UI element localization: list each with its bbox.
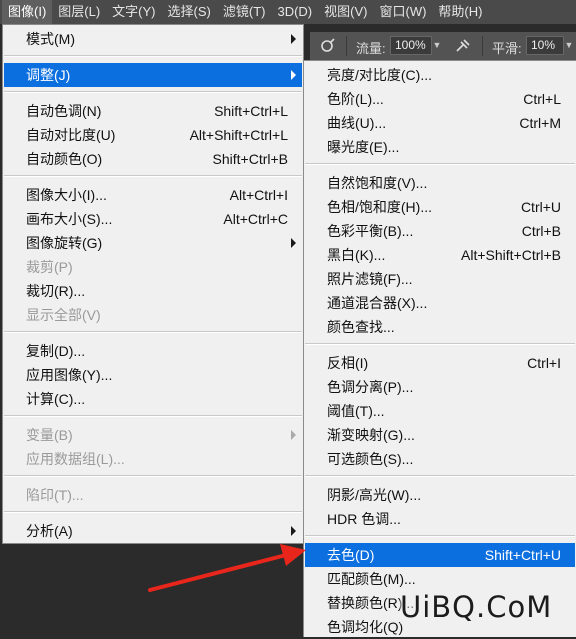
- menu-separator: [4, 331, 302, 333]
- menu-item-auto-tone[interactable]: 自动色调(N) Shift+Ctrl+L: [4, 99, 302, 123]
- smoothing-label: 平滑:: [492, 41, 522, 56]
- submenu-item-exposure[interactable]: 曝光度(E)...: [305, 135, 575, 159]
- image-menu: 模式(M) 调整(J) 自动色调(N) Shift+Ctrl+L 自动对比度(U…: [2, 24, 304, 544]
- menu-image[interactable]: 图像(I): [2, 0, 53, 24]
- smoothing-input[interactable]: 10%: [526, 36, 564, 55]
- submenu-item-invert[interactable]: 反相(I) Ctrl+I: [305, 351, 575, 375]
- menu-item-crop: 裁剪(P): [26, 259, 73, 275]
- annotation-arrow-icon: [148, 544, 306, 592]
- menu-separator: [4, 55, 302, 57]
- menu-separator: [4, 475, 302, 477]
- menubar: 图像(I) 图层(L) 文字(Y) 选择(S) 滤镜(T) 3D(D) 视图(V…: [0, 0, 576, 24]
- submenu-item-brightness-contrast[interactable]: 亮度/对比度(C)...: [305, 63, 575, 87]
- menu-layer[interactable]: 图层(L): [52, 0, 106, 24]
- submenu-arrow-icon: [291, 34, 296, 44]
- menu-item-apply-image[interactable]: 应用图像(Y)...: [4, 363, 302, 387]
- menu-item-duplicate[interactable]: 复制(D)...: [4, 339, 302, 363]
- menu-view[interactable]: 视图(V): [318, 0, 373, 24]
- adjustments-submenu: 亮度/对比度(C)... 色阶(L)... Ctrl+L 曲线(U)... Ct…: [303, 60, 576, 637]
- submenu-item-color-lookup[interactable]: 颜色查找...: [305, 315, 575, 339]
- submenu-item-curves[interactable]: 曲线(U)... Ctrl+M: [305, 111, 575, 135]
- menu-separator: [4, 511, 302, 513]
- submenu-item-vibrance[interactable]: 自然饱和度(V)...: [305, 171, 575, 195]
- menu-item-adjustments[interactable]: 调整(J): [4, 63, 302, 87]
- options-separator: [482, 36, 483, 56]
- menu-filter[interactable]: 滤镜(T): [217, 0, 272, 24]
- flow-dropdown-icon[interactable]: ▼: [430, 36, 444, 55]
- submenu-item-color-balance[interactable]: 色彩平衡(B)... Ctrl+B: [305, 219, 575, 243]
- menu-window[interactable]: 窗口(W): [373, 0, 432, 24]
- submenu-item-desaturate[interactable]: 去色(D) Shift+Ctrl+U: [305, 543, 575, 567]
- submenu-item-channel-mixer[interactable]: 通道混合器(X)...: [305, 291, 575, 315]
- menu-item-mode[interactable]: 模式(M): [4, 27, 302, 51]
- menu-item-variables: 变量(B): [4, 423, 302, 447]
- submenu-item-selective-color[interactable]: 可选颜色(S)...: [305, 447, 575, 471]
- airbrush-toggle-icon[interactable]: [318, 37, 336, 55]
- options-bar: 流量: 100% ▼ 平滑: 10% ▼: [310, 32, 576, 60]
- submenu-item-shadows-highlights[interactable]: 阴影/高光(W)...: [305, 483, 575, 507]
- submenu-arrow-icon: [291, 430, 296, 440]
- menu-item-apply-data-set: 应用数据组(L)...: [26, 451, 125, 467]
- menu-item-auto-contrast[interactable]: 自动对比度(U) Alt+Shift+Ctrl+L: [4, 123, 302, 147]
- menu-separator: [305, 475, 575, 477]
- submenu-item-hdr-toning[interactable]: HDR 色调...: [305, 507, 575, 531]
- menu-separator: [305, 535, 575, 537]
- menu-help[interactable]: 帮助(H): [432, 0, 488, 24]
- menu-item-canvas-size[interactable]: 画布大小(S)... Alt+Ctrl+C: [4, 207, 302, 231]
- airbrush-icon[interactable]: [454, 37, 472, 55]
- submenu-item-levels[interactable]: 色阶(L)... Ctrl+L: [305, 87, 575, 111]
- flow-label: 流量:: [356, 41, 386, 56]
- flow-input[interactable]: 100%: [390, 36, 432, 55]
- menu-item-calculations[interactable]: 计算(C)...: [4, 387, 302, 411]
- menu-item-image-size[interactable]: 图像大小(I)... Alt+Ctrl+I: [4, 183, 302, 207]
- menu-item-trim[interactable]: 裁切(R)...: [4, 279, 302, 303]
- submenu-arrow-icon: [291, 70, 296, 80]
- submenu-item-posterize[interactable]: 色调分离(P)...: [305, 375, 575, 399]
- menu-item-reveal-all: 显示全部(V): [26, 307, 101, 323]
- submenu-arrow-icon: [291, 526, 296, 536]
- menu-separator: [4, 175, 302, 177]
- menu-separator: [305, 163, 575, 165]
- menu-type[interactable]: 文字(Y): [106, 0, 161, 24]
- submenu-arrow-icon: [291, 238, 296, 248]
- watermark: UiBQ.CoM: [400, 590, 553, 624]
- menu-select[interactable]: 选择(S): [162, 0, 217, 24]
- menu-item-trap: 陷印(T)...: [26, 487, 84, 503]
- submenu-item-match-color[interactable]: 匹配颜色(M)...: [305, 567, 575, 591]
- smoothing-dropdown-icon[interactable]: ▼: [562, 36, 576, 55]
- options-separator: [346, 36, 347, 56]
- submenu-item-black-white[interactable]: 黑白(K)... Alt+Shift+Ctrl+B: [305, 243, 575, 267]
- menu-3d[interactable]: 3D(D): [271, 0, 318, 24]
- menu-separator: [4, 415, 302, 417]
- submenu-item-hue-saturation[interactable]: 色相/饱和度(H)... Ctrl+U: [305, 195, 575, 219]
- menu-item-image-rotation[interactable]: 图像旋转(G): [4, 231, 302, 255]
- menu-item-auto-color[interactable]: 自动颜色(O) Shift+Ctrl+B: [4, 147, 302, 171]
- menu-separator: [305, 343, 575, 345]
- submenu-item-photo-filter[interactable]: 照片滤镜(F)...: [305, 267, 575, 291]
- menu-separator: [4, 91, 302, 93]
- submenu-item-gradient-map[interactable]: 渐变映射(G)...: [305, 423, 575, 447]
- submenu-item-threshold[interactable]: 阈值(T)...: [305, 399, 575, 423]
